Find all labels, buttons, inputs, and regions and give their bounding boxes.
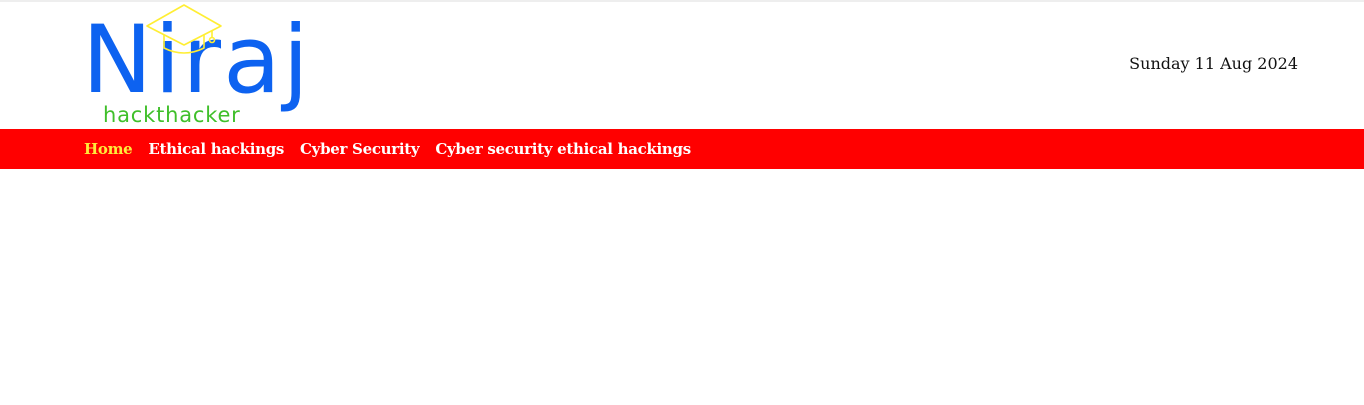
main-navigation: Home Ethical hackings Cyber Security Cyb… (0, 129, 1364, 169)
site-header: Niraj hackthacker Sunday 11 Aug 2024 (0, 2, 1364, 129)
current-date: Sunday 11 Aug 2024 (1129, 54, 1298, 73)
nav-item-ethical-hackings[interactable]: Ethical hackings (148, 140, 284, 158)
nav-item-cyber-security-ethical-hackings[interactable]: Cyber security ethical hackings (435, 140, 691, 158)
nav-item-home[interactable]: Home (84, 140, 133, 158)
nav-item-cyber-security[interactable]: Cyber Security (300, 140, 420, 158)
nav-menu: Home Ethical hackings Cyber Security Cyb… (84, 129, 707, 169)
logo-tagline: hackthacker (103, 103, 241, 127)
site-logo[interactable]: Niraj hackthacker (82, 2, 309, 129)
page-content (0, 169, 1364, 405)
